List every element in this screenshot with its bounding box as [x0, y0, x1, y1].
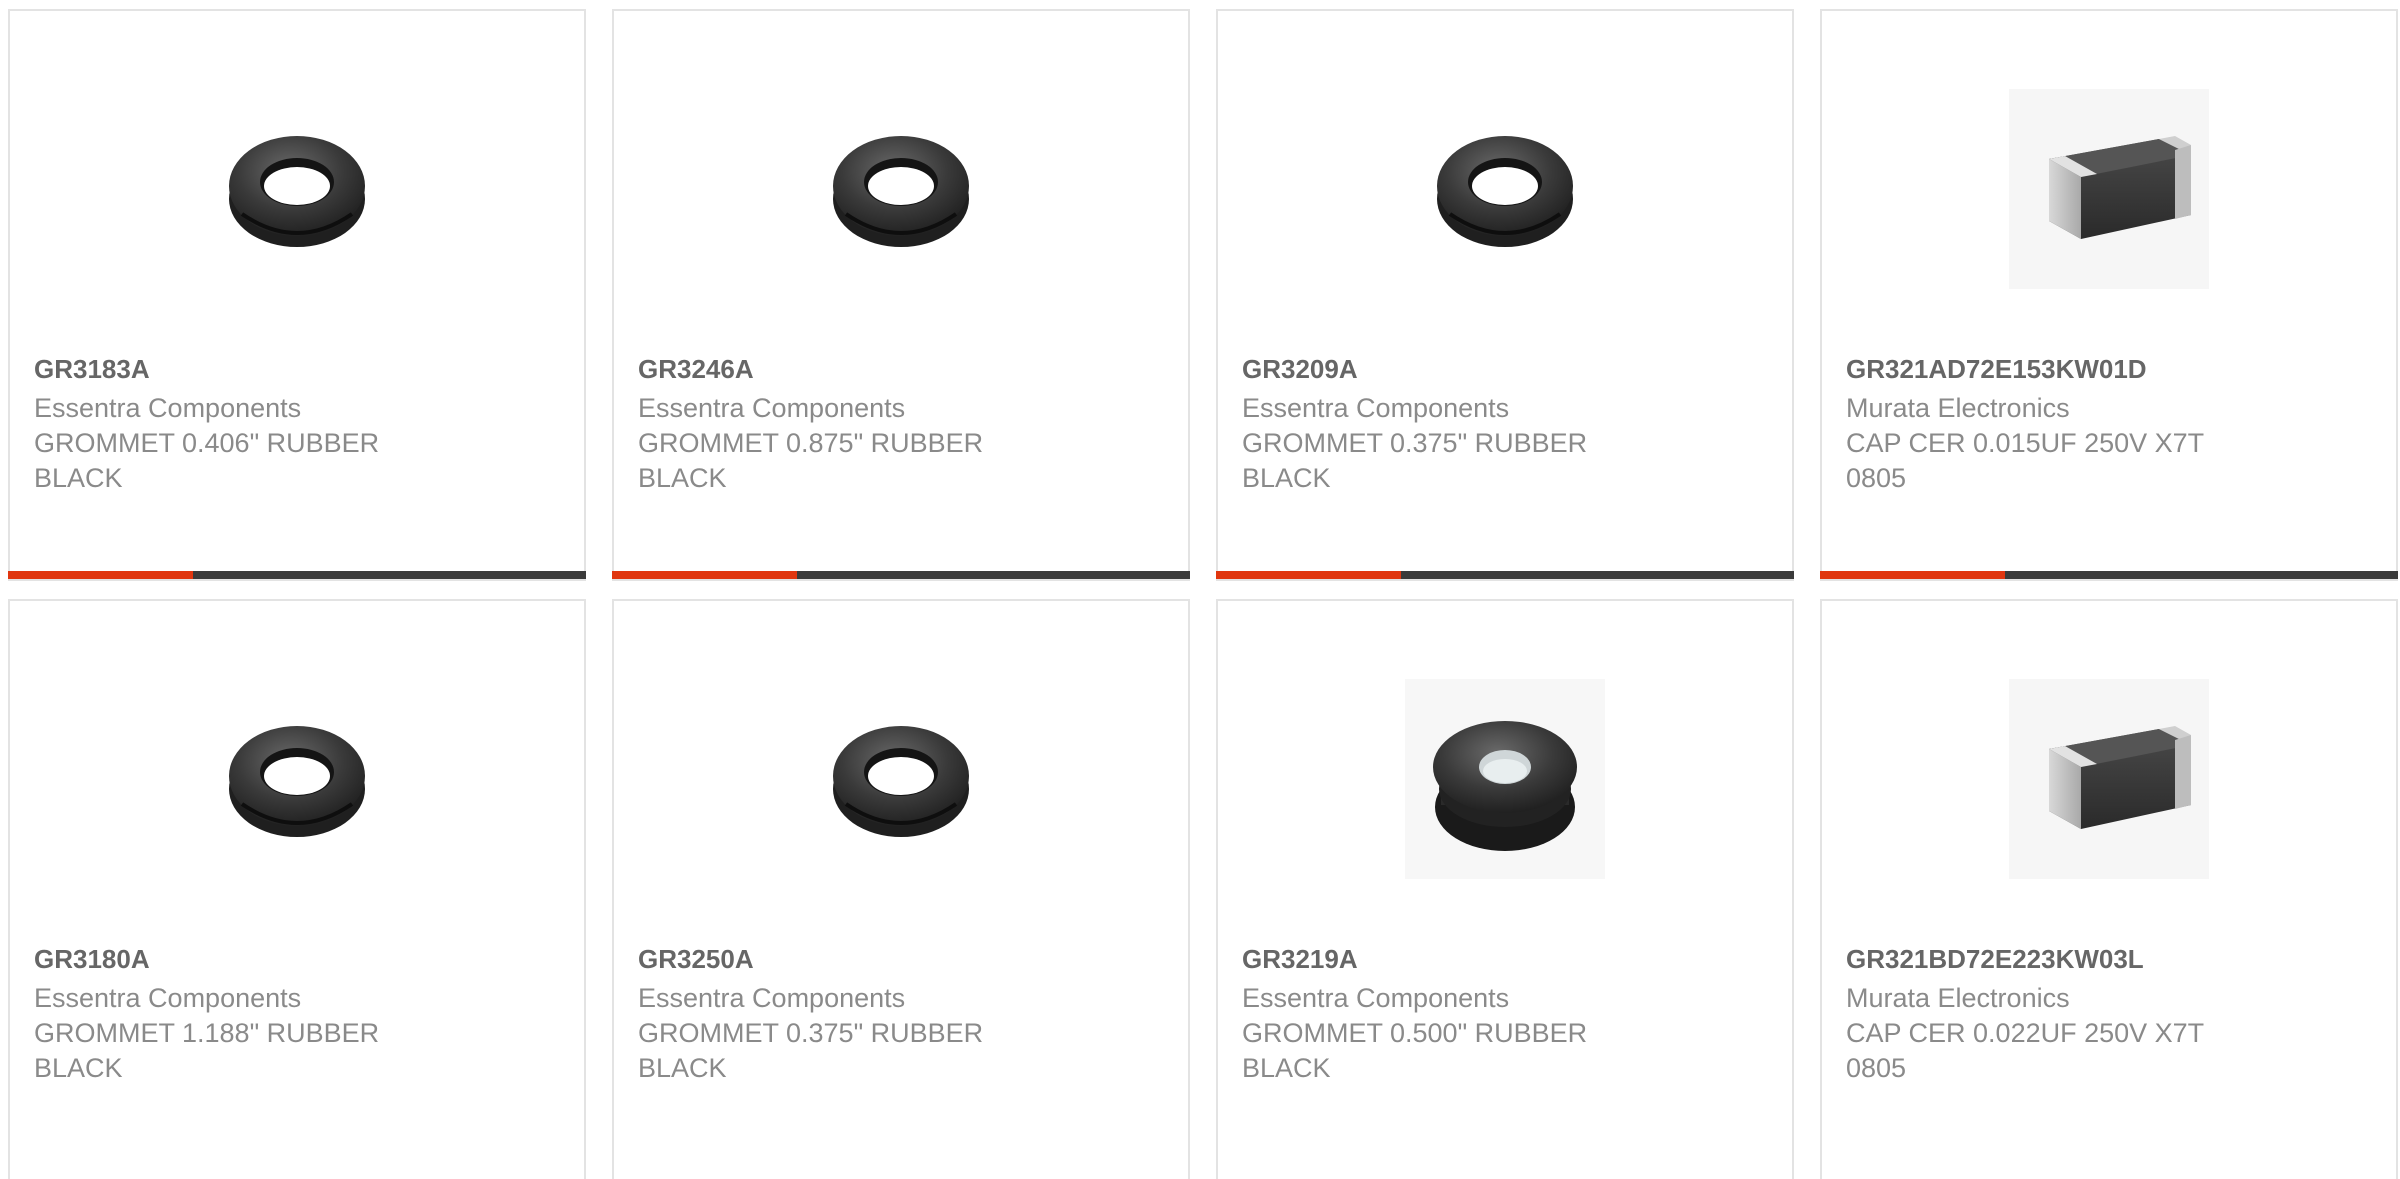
product-image	[1822, 679, 2396, 879]
hover-progress-fill	[8, 571, 193, 579]
product-image	[10, 679, 584, 879]
part-number-link[interactable]: GR321BD72E223KW03L	[1846, 943, 2266, 975]
part-number-link[interactable]: GR3246A	[638, 353, 1058, 385]
part-number-link[interactable]: GR3209A	[1242, 353, 1662, 385]
part-number-link[interactable]: GR3219A	[1242, 943, 1662, 975]
product-card[interactable]: GR3250A Essentra Components GROMMET 0.37…	[612, 599, 1190, 1179]
manufacturer-name: Essentra Components	[34, 393, 302, 423]
manufacturer-name: Essentra Components	[1242, 393, 1510, 423]
part-number-link[interactable]: GR3180A	[34, 943, 454, 975]
manufacturer-name: Murata Electronics	[1846, 983, 2070, 1013]
rubber-grommet-icon	[833, 136, 969, 247]
product-image	[1218, 679, 1792, 879]
product-card[interactable]: GR3183A Essentra Components GROMMET 0.40…	[8, 9, 586, 581]
product-card[interactable]: GR3180A Essentra Components GROMMET 1.18…	[8, 599, 586, 1179]
rubber-grommet-icon	[1437, 136, 1573, 247]
smd-capacitor-icon	[2009, 679, 2209, 879]
product-image	[1218, 89, 1792, 289]
manufacturer-name: Essentra Components	[638, 393, 906, 423]
product-grid: GR3183A Essentra Components GROMMET 0.40…	[8, 9, 2398, 1179]
hover-progress-fill	[612, 571, 797, 579]
product-description: GROMMET 0.375" RUBBER BLACK	[1242, 428, 1588, 493]
hover-progress-bar	[8, 571, 586, 579]
product-card[interactable]: GR3219A Essentra Components GROMMET 0.50…	[1216, 599, 1794, 1179]
product-description: CAP CER 0.022UF 250V X7T 0805	[1846, 1018, 2205, 1083]
product-card[interactable]: GR321BD72E223KW03L Murata Electronics CA…	[1820, 599, 2398, 1179]
rubber-grommet-icon	[229, 726, 365, 837]
hover-progress-bar	[1820, 571, 2398, 579]
manufacturer-name: Essentra Components	[638, 983, 906, 1013]
manufacturer-name: Murata Electronics	[1846, 393, 2070, 423]
product-image	[614, 679, 1188, 879]
product-card[interactable]: GR3246A Essentra Components GROMMET 0.87…	[612, 9, 1190, 581]
product-description: GROMMET 0.406" RUBBER BLACK	[34, 428, 380, 493]
smd-capacitor-icon	[2009, 89, 2209, 289]
product-description: CAP CER 0.015UF 250V X7T 0805	[1846, 428, 2205, 493]
product-image	[1822, 89, 2396, 289]
hover-progress-fill	[1820, 571, 2005, 579]
manufacturer-name: Essentra Components	[34, 983, 302, 1013]
product-description: GROMMET 0.875" RUBBER BLACK	[638, 428, 984, 493]
product-card[interactable]: GR3209A Essentra Components GROMMET 0.37…	[1216, 9, 1794, 581]
product-card[interactable]: GR321AD72E153KW01D Murata Electronics CA…	[1820, 9, 2398, 581]
product-description: GROMMET 0.375" RUBBER BLACK	[638, 1018, 984, 1083]
product-description: GROMMET 1.188" RUBBER BLACK	[34, 1018, 380, 1083]
rubber-grommet-icon	[833, 726, 969, 837]
hover-progress-fill	[1216, 571, 1401, 579]
part-number-link[interactable]: GR321AD72E153KW01D	[1846, 353, 2266, 385]
product-image	[614, 89, 1188, 289]
manufacturer-name: Essentra Components	[1242, 983, 1510, 1013]
hover-progress-bar	[1216, 571, 1794, 579]
product-image	[10, 89, 584, 289]
hover-progress-bar	[612, 571, 1190, 579]
product-description: GROMMET 0.500" RUBBER BLACK	[1242, 1018, 1588, 1083]
flat-grommet-icon	[1405, 679, 1605, 879]
rubber-grommet-icon	[229, 136, 365, 247]
part-number-link[interactable]: GR3250A	[638, 943, 1058, 975]
part-number-link[interactable]: GR3183A	[34, 353, 454, 385]
